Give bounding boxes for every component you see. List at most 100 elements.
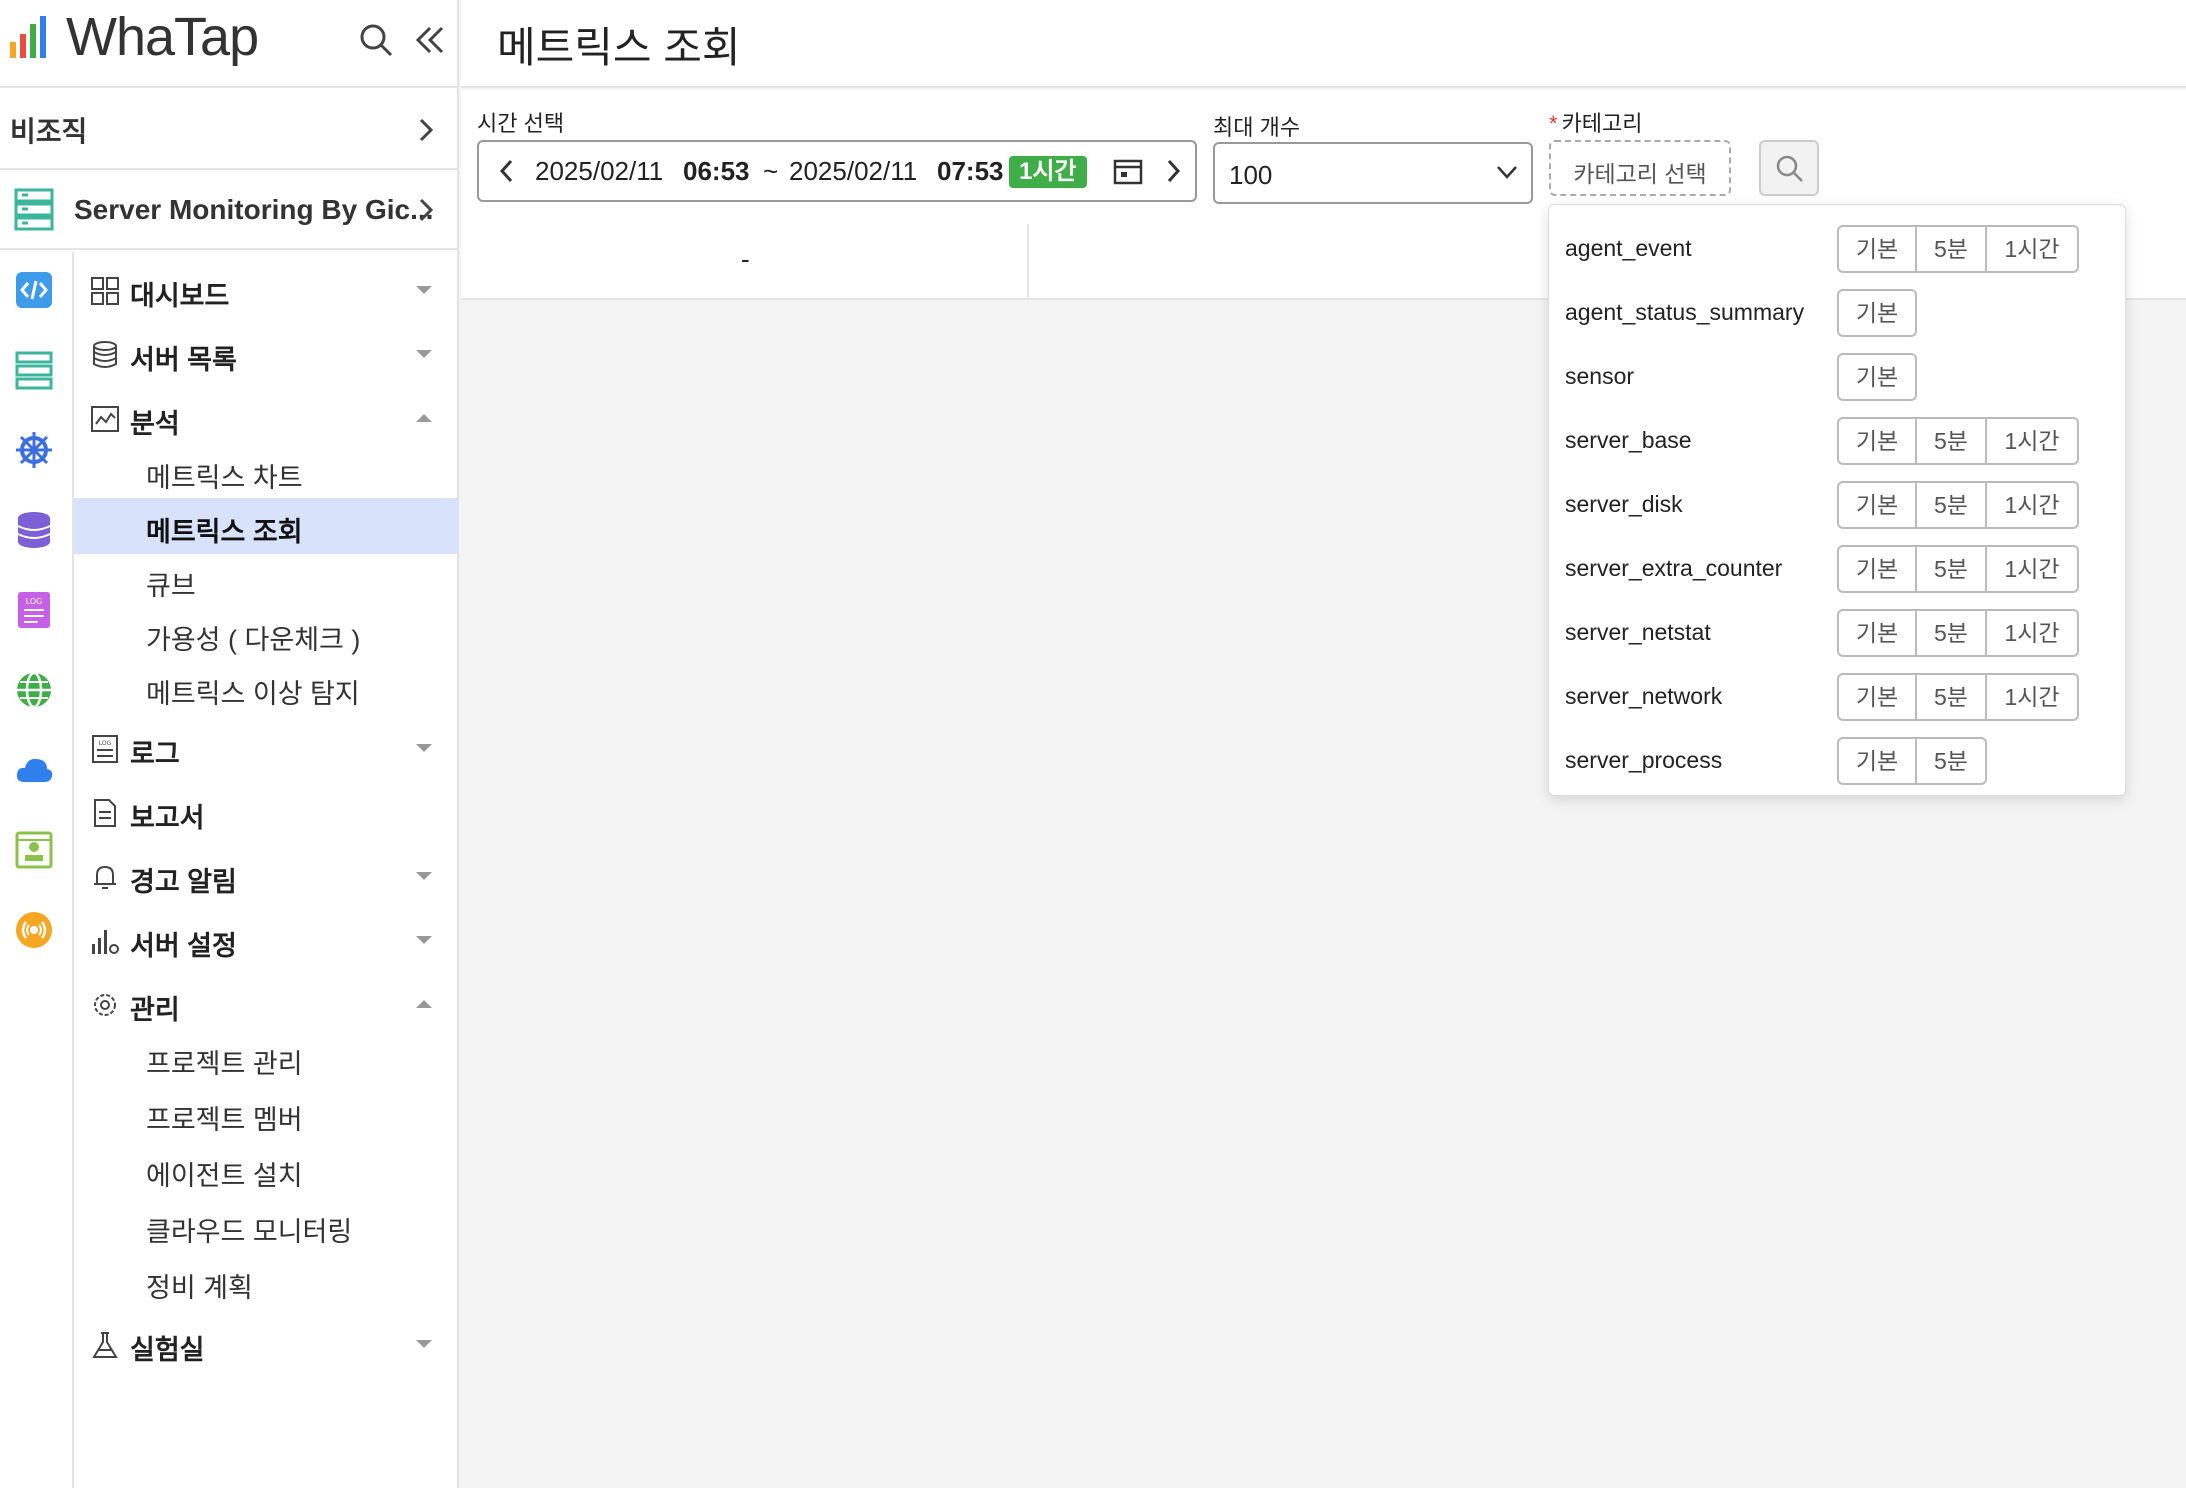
- option-default[interactable]: 기본: [1837, 353, 1917, 401]
- category-label-text: 카테고리: [1561, 111, 1643, 136]
- option-1hour[interactable]: 1시간: [1985, 481, 2079, 529]
- globe-icon[interactable]: [14, 670, 54, 710]
- menu-management[interactable]: 관리: [74, 976, 459, 1032]
- chevron-down-icon: [1497, 166, 1517, 179]
- document-icon: [94, 799, 116, 827]
- stack-icon: [93, 341, 117, 368]
- category-row-server-netstat: server_netstat 기본 5분 1시간: [1549, 603, 2127, 659]
- menu-agent-install[interactable]: 에이전트 설치: [74, 1142, 459, 1198]
- category-row-agent-status-summary: agent_status_summary 기본: [1549, 283, 2127, 339]
- category-select-button[interactable]: 카테고리 선택: [1549, 140, 1731, 196]
- page-header: 메트릭스 조회: [461, 0, 2186, 88]
- option-5min[interactable]: 5분: [1915, 737, 1987, 785]
- product-rail: LOG: [0, 252, 74, 1488]
- calendar-icon[interactable]: [1113, 158, 1143, 186]
- option-default[interactable]: 기본: [1837, 609, 1917, 657]
- kubernetes-icon[interactable]: [14, 430, 54, 470]
- chevron-right-icon[interactable]: [1159, 156, 1187, 186]
- menu-dashboard[interactable]: 대시보드: [74, 262, 459, 318]
- caret-down-icon: [416, 744, 432, 752]
- server-icon[interactable]: [14, 350, 54, 390]
- search-icon[interactable]: [356, 20, 396, 60]
- menu-server-list[interactable]: 서버 목록: [74, 326, 459, 382]
- option-default[interactable]: 기본: [1837, 545, 1917, 593]
- brand-name: WhaTap: [66, 7, 259, 67]
- menu-metrics-query[interactable]: 메트릭스 조회: [74, 498, 459, 554]
- organization-label: 비조직: [10, 116, 88, 147]
- option-default[interactable]: 기본: [1837, 737, 1917, 785]
- option-1hour[interactable]: 1시간: [1985, 545, 2079, 593]
- menu-availability[interactable]: 가용성 ( 다운체크 ): [74, 606, 459, 662]
- menu-agent-install-label: 에이전트 설치: [146, 1161, 303, 1191]
- search-button[interactable]: [1759, 140, 1819, 196]
- option-5min[interactable]: 5분: [1915, 417, 1987, 465]
- chevron-left-icon[interactable]: [493, 156, 521, 186]
- empty-placeholder: -: [741, 244, 750, 274]
- option-default[interactable]: 기본: [1837, 673, 1917, 721]
- time-range-picker[interactable]: 2025/02/11 06:53 ~ 2025/02/11 07:53 1시간: [477, 140, 1197, 202]
- option-default[interactable]: 기본: [1837, 225, 1917, 273]
- option-default[interactable]: 기본: [1837, 481, 1917, 529]
- option-1hour[interactable]: 1시간: [1985, 225, 2079, 273]
- option-5min[interactable]: 5분: [1915, 673, 1987, 721]
- menu-lab-label: 실험실: [130, 1335, 205, 1365]
- option-default[interactable]: 기본: [1837, 289, 1917, 337]
- category-options: 기본 5분 1시간: [1837, 225, 2079, 273]
- category-options: 기본: [1837, 289, 1917, 337]
- menu-maintenance-plan[interactable]: 정비 계획: [74, 1254, 459, 1310]
- svg-text:LOG: LOG: [99, 740, 112, 747]
- option-1hour[interactable]: 1시간: [1985, 673, 2079, 721]
- broadcast-icon[interactable]: [14, 910, 54, 950]
- page-title: 메트릭스 조회: [497, 24, 741, 71]
- database-icon[interactable]: [14, 510, 54, 550]
- menu-server-settings[interactable]: 서버 설정: [74, 912, 459, 968]
- menu-analysis[interactable]: 분석: [74, 390, 459, 446]
- option-default[interactable]: 기본: [1837, 417, 1917, 465]
- menu-cloud-monitoring[interactable]: 클라우드 모니터링: [74, 1198, 459, 1254]
- menu-cube[interactable]: 큐브: [74, 552, 459, 608]
- menu-alert-label: 경고 알림: [130, 867, 237, 897]
- menu-project-members[interactable]: 프로젝트 멤버: [74, 1086, 459, 1142]
- menu-alert[interactable]: 경고 알림: [74, 848, 459, 904]
- bell-icon: [94, 865, 116, 889]
- server-project-icon: [14, 188, 54, 231]
- time-end-date: 2025/02/11: [789, 156, 918, 186]
- collapse-sidebar-icon[interactable]: [410, 20, 450, 60]
- category-label: * 카테고리: [1549, 106, 1643, 138]
- category-name: server_network: [1565, 683, 1723, 709]
- option-5min[interactable]: 5분: [1915, 225, 1987, 273]
- category-select-button-label: 카테고리 선택: [1573, 161, 1707, 187]
- menu-server-settings-label: 서버 설정: [130, 931, 237, 961]
- option-1hour[interactable]: 1시간: [1985, 609, 2079, 657]
- duration-badge[interactable]: 1시간: [1009, 156, 1087, 188]
- menu-log[interactable]: LOG 로그: [74, 720, 459, 776]
- project-selector[interactable]: Server Monitoring By Gic...: [0, 172, 459, 250]
- log-icon[interactable]: LOG: [14, 590, 54, 630]
- organization-selector[interactable]: 비조직: [0, 90, 459, 170]
- cloud-icon[interactable]: [14, 750, 54, 790]
- code-application-icon[interactable]: [14, 270, 54, 310]
- category-row-sensor: sensor 기본: [1549, 347, 2127, 403]
- category-row-agent-event: agent_event 기본 5분 1시간: [1549, 219, 2127, 275]
- category-row-server-disk: server_disk 기본 5분 1시간: [1549, 475, 2127, 531]
- option-1hour[interactable]: 1시간: [1985, 417, 2079, 465]
- brand-bar: WhaTap: [0, 0, 459, 88]
- sidebar: WhaTap 비조직 Server Monitoring By Gic... L…: [0, 0, 459, 1488]
- project-label: Server Monitoring By Gic...: [74, 194, 434, 225]
- category-row-server-base: server_base 기본 5분 1시간: [1549, 411, 2127, 467]
- menu-report[interactable]: 보고서: [74, 784, 459, 840]
- menu-anomaly-detection[interactable]: 메트릭스 이상 탐지: [74, 660, 459, 716]
- option-5min[interactable]: 5분: [1915, 481, 1987, 529]
- option-5min[interactable]: 5분: [1915, 545, 1987, 593]
- caret-down-icon: [416, 872, 432, 880]
- max-count-select[interactable]: 100: [1213, 142, 1533, 204]
- menu-project-management-label: 프로젝트 관리: [146, 1049, 303, 1079]
- menu-server-list-label: 서버 목록: [130, 345, 237, 375]
- user-monitoring-icon[interactable]: [14, 830, 54, 870]
- category-name: server_netstat: [1565, 619, 1711, 645]
- menu-lab[interactable]: 실험실: [74, 1316, 459, 1372]
- option-5min[interactable]: 5분: [1915, 609, 1987, 657]
- menu-metrics-chart[interactable]: 메트릭스 차트: [74, 444, 459, 500]
- max-count-value: 100: [1229, 160, 1273, 190]
- menu-project-management[interactable]: 프로젝트 관리: [74, 1030, 459, 1086]
